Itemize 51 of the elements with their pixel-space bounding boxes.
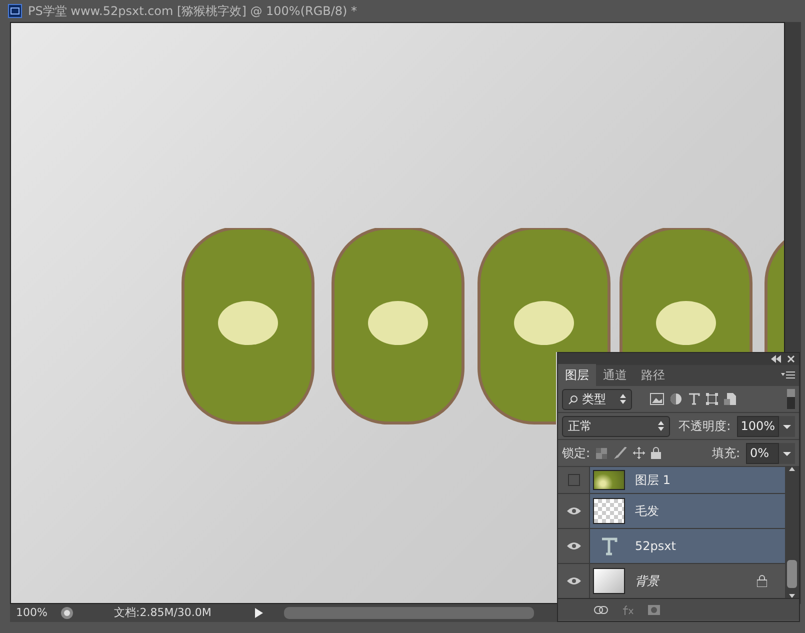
layer-thumbnail xyxy=(593,568,625,594)
layer-name: 图层 1 xyxy=(635,472,672,489)
visibility-eye-icon[interactable] xyxy=(566,542,580,550)
layer-row[interactable]: 52psxt xyxy=(590,529,785,563)
collapse-icon[interactable] xyxy=(771,355,781,363)
layer-thumbnail xyxy=(593,470,625,490)
blend-mode-dropdown[interactable]: 正常 xyxy=(562,416,670,436)
layer-name: 毛发 xyxy=(635,503,660,520)
shape-filter-icon[interactable] xyxy=(706,393,718,405)
panel-tab[interactable]: 通道 xyxy=(596,364,634,386)
document-size-info: 文档:2.85M/30.0M xyxy=(114,604,212,621)
updown-icon xyxy=(658,421,664,431)
visibility-toggle[interactable] xyxy=(568,474,580,486)
smart-object-filter-icon[interactable] xyxy=(724,393,736,405)
lock-icon[interactable] xyxy=(651,447,662,459)
panel-tab[interactable]: 路径 xyxy=(634,364,672,386)
mask-icon[interactable] xyxy=(648,604,660,614)
layer-name: 背景 xyxy=(635,573,661,590)
fx-icon[interactable] xyxy=(622,604,634,614)
filter-dropdown[interactable]: 类型 xyxy=(562,388,632,410)
layer-thumbnail xyxy=(593,498,625,524)
visibility-eye-icon[interactable] xyxy=(566,577,580,585)
opacity-label: 不透明度: xyxy=(678,418,731,435)
visibility-eye-icon[interactable] xyxy=(566,507,580,515)
search-icon xyxy=(568,394,578,405)
panel-menu-icon[interactable] xyxy=(781,371,795,381)
updown-icon xyxy=(620,394,626,404)
layer-row[interactable]: 毛发 xyxy=(590,494,785,528)
play-arrow-icon[interactable] xyxy=(254,607,264,619)
adjustment-filter-icon[interactable] xyxy=(670,393,682,405)
brush-icon[interactable] xyxy=(613,447,628,459)
filter-toggle[interactable] xyxy=(787,389,795,409)
link-icon[interactable] xyxy=(594,606,608,614)
opacity-field[interactable]: 100% xyxy=(736,416,779,436)
layer-row[interactable]: 背景 xyxy=(590,564,785,598)
fill-label: 填充: xyxy=(712,445,740,462)
image-filter-icon[interactable] xyxy=(650,393,664,405)
move-icon[interactable] xyxy=(633,447,646,459)
zoom-level[interactable]: 100% xyxy=(10,604,60,622)
scroll-thumb[interactable] xyxy=(787,560,797,588)
layer-row[interactable]: 图层 1 xyxy=(590,467,785,493)
lock-label: 锁定: xyxy=(562,445,590,462)
window-title: PS学堂 www.52psxt.com [猕猴桃字效] @ 100%(RGB/8) * xyxy=(28,3,358,20)
horizontal-scrollbar[interactable] xyxy=(284,607,534,619)
panel-tab[interactable]: 图层 xyxy=(558,364,596,386)
scroll-up-icon[interactable] xyxy=(789,467,795,471)
status-menu-icon[interactable] xyxy=(60,606,74,620)
close-icon[interactable] xyxy=(787,355,795,363)
fill-field[interactable]: 0% xyxy=(746,442,779,464)
layer-name: 52psxt xyxy=(635,538,677,555)
text-filter-icon[interactable] xyxy=(688,393,700,405)
